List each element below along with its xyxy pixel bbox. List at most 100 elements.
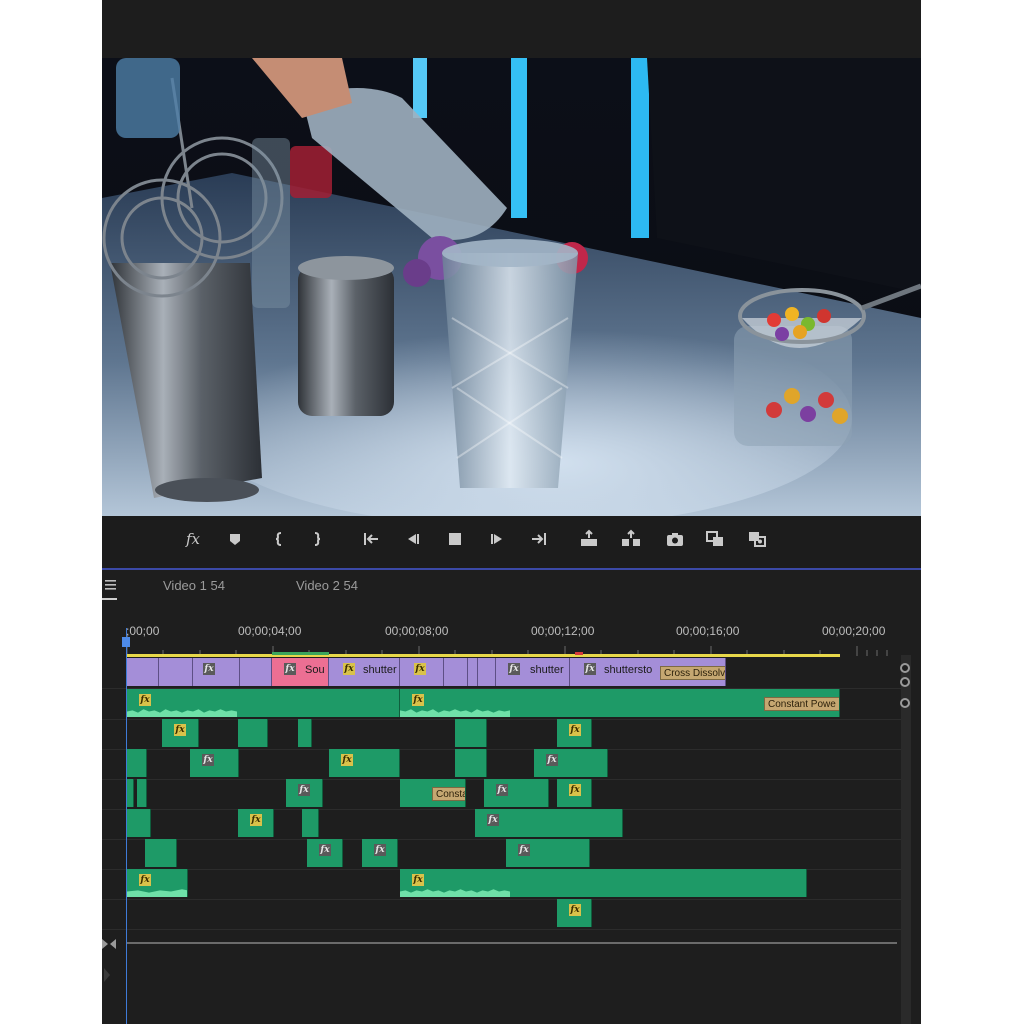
go-to-out-icon[interactable] [528,528,550,550]
audio-clip[interactable]: Consta [400,779,466,807]
video-clip[interactable] [444,658,468,686]
tab-video-2[interactable]: Video 2 54 [296,578,358,593]
scroll-knob[interactable] [900,677,910,687]
mark-out-icon[interactable] [306,528,328,550]
clip-label: shutter [530,664,564,676]
audio-clip[interactable]: fx [506,839,590,867]
timeline-tracks: fx fx Sou fx shutter fx fx shutter fx shutte… [102,658,902,1024]
audio-track: fx fx [102,719,902,750]
track-collapse-arrow[interactable] [102,960,112,990]
fx-badge: fx [341,754,353,766]
time-ruler[interactable]: ;00;00 00;00;04;00 00;00;08;00 00;00;12;… [102,616,921,657]
video-clip[interactable] [127,658,159,686]
audio-clip[interactable]: fx [329,749,400,777]
audio-clip[interactable] [455,749,487,777]
transition-constant-power[interactable]: Constant Powe [764,697,839,711]
transition-cross-dissolve[interactable]: Cross Dissolv [660,666,725,680]
program-monitor-frame [102,58,921,516]
extract-icon[interactable] [620,528,642,550]
add-marker-icon[interactable] [224,528,246,550]
multi-camera-icon[interactable] [746,528,768,550]
audio-clip[interactable]: fx [127,689,400,717]
audio-clip[interactable]: fx [286,779,323,807]
video-still-image [102,58,921,516]
audio-clip[interactable]: fx [127,869,188,897]
work-area-bar[interactable] [127,654,840,657]
audio-clip[interactable]: fx [534,749,608,777]
audio-clip[interactable]: fx [238,809,274,837]
comparison-view-icon[interactable] [704,528,726,550]
fx-badge: fx [546,754,558,766]
video-clip[interactable] [240,658,272,686]
audio-track: fx fx fx [102,839,902,870]
fx-badge: fx [414,663,426,675]
fx-badge: fx [496,784,508,796]
monitor-title-bar [102,0,921,58]
lift-icon[interactable] [578,528,600,550]
fx-badge: fx [412,694,424,706]
menu-icon[interactable] [104,578,118,592]
timecode-label: 00;00;16;00 [676,624,740,638]
video-clip[interactable] [478,658,496,686]
fx-badge: fx [174,724,186,736]
clip-label: Sou [305,664,325,676]
timecode-label: 00;00;12;00 [531,624,595,638]
video-clip[interactable] [159,658,193,686]
audio-clip[interactable] [127,809,151,837]
fx-icon[interactable]: fx [182,528,204,550]
audio-clip[interactable]: fx [190,749,239,777]
scroll-knob[interactable] [900,663,910,673]
video-clip[interactable]: fx shutter [496,658,570,686]
stop-icon[interactable] [444,528,466,550]
audio-clip[interactable]: fx Constant Powe [400,689,840,717]
audio-clip[interactable] [127,749,147,777]
step-back-icon[interactable] [402,528,424,550]
audio-clip[interactable] [455,719,487,747]
video-clip[interactable]: fx [193,658,240,686]
video-clip[interactable] [468,658,478,686]
audio-clip[interactable] [238,719,268,747]
fx-badge: fx [343,663,355,675]
video-clip[interactable]: fx shuttersto Cross Dissolv [570,658,726,686]
audio-clip[interactable]: fx [400,869,807,897]
active-tab-indicator [102,598,117,600]
go-to-in-icon[interactable] [360,528,382,550]
master-track-line [127,942,897,944]
tab-video-1[interactable]: Video 1 54 [163,578,225,593]
master-audio-icon[interactable] [102,937,116,949]
video-clip[interactable]: fx shutter [329,658,400,686]
scroll-knob[interactable] [900,698,910,708]
fx-badge: fx [284,663,296,675]
audio-track: fx Consta fx fx [102,779,902,810]
step-forward-icon[interactable] [486,528,508,550]
audio-track: fx [102,899,902,930]
fx-badge: fx [202,754,214,766]
fx-badge: fx [139,874,151,886]
audio-track: fx fx Constant Powe [102,689,902,720]
audio-clip[interactable] [298,719,312,747]
playhead[interactable] [122,637,130,647]
audio-clip[interactable]: fx [484,779,549,807]
audio-clip[interactable] [137,779,147,807]
audio-clip[interactable]: fx [557,779,592,807]
audio-clip[interactable]: fx [557,719,592,747]
timecode-label: 00;00;20;00 [822,624,886,638]
audio-clip[interactable] [127,779,134,807]
video-clip[interactable]: fx [400,658,444,686]
audio-clip[interactable] [302,809,319,837]
audio-clip[interactable]: fx [557,899,592,927]
timeline-vertical-scrollbar[interactable] [901,655,911,1024]
video-clip[interactable]: fx Sou [272,658,329,686]
audio-track: fx fx [102,809,902,840]
audio-clip[interactable]: fx [307,839,343,867]
audio-clip[interactable]: fx [475,809,623,837]
audio-clip[interactable]: fx [162,719,199,747]
video-track: fx fx Sou fx shutter fx fx shutter fx shutte… [102,658,902,689]
export-frame-icon[interactable] [664,528,686,550]
mark-in-icon[interactable] [268,528,290,550]
audio-clip[interactable]: fx [362,839,398,867]
audio-clip[interactable] [145,839,177,867]
transition-constant-power[interactable]: Consta [432,787,465,801]
premiere-editor: fx Video 1 54 Video 2 54 ;00;00 00;00;04… [102,0,921,1024]
fx-badge: fx [250,814,262,826]
